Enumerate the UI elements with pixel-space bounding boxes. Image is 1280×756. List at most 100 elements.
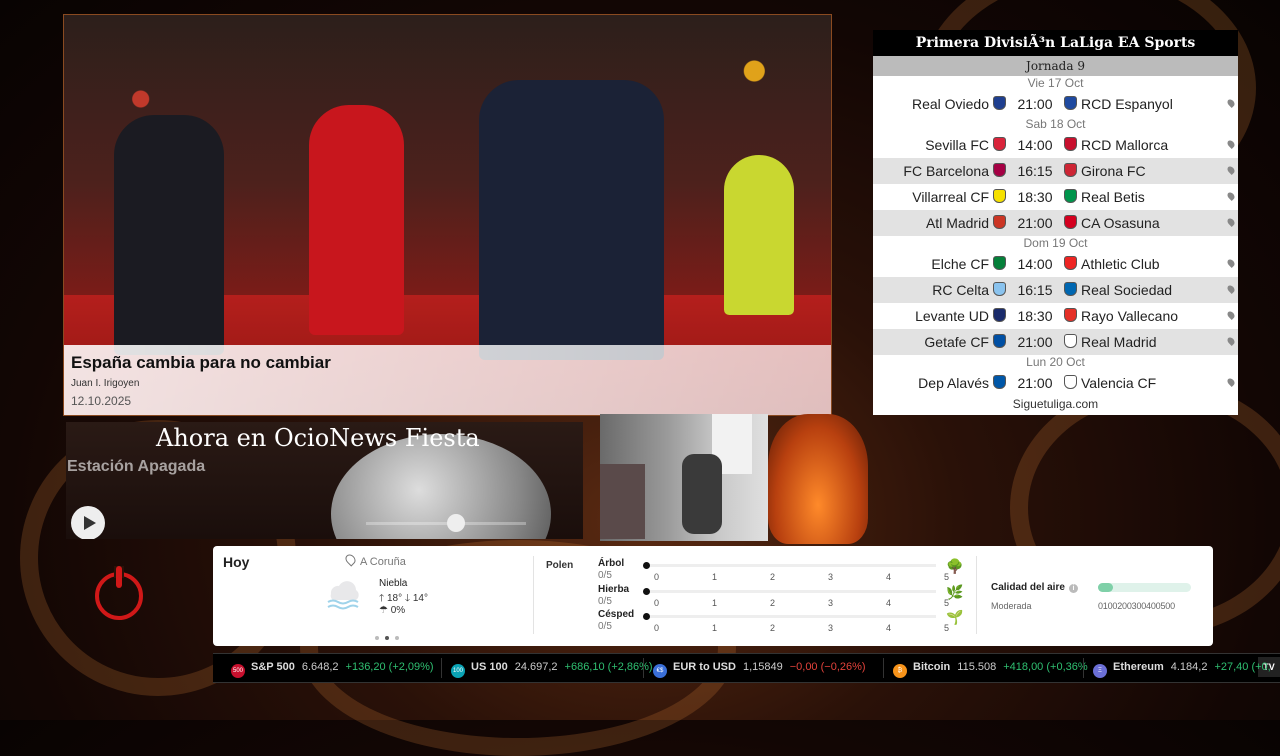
plant-icon: 🌱: [946, 609, 964, 625]
asset-icon: €$: [653, 664, 667, 678]
info-icon[interactable]: i: [1068, 584, 1078, 593]
market-ticker: TV 500 S&P 500 6.648,2 +136,20 (+2,09%) 100 U…: [213, 653, 1280, 683]
kickoff-time: 16:15: [1017, 282, 1053, 298]
ticker-item[interactable]: 500 S&P 500 6.648,2 +136,20 (+2,09%): [231, 661, 434, 678]
carousel-dot[interactable]: [395, 636, 399, 640]
polen-track: [646, 615, 936, 618]
fixtures-day-label: Sab 18 Oct: [1025, 117, 1086, 131]
polen-type: Árbol: [598, 558, 625, 569]
lava-lamp-decoration: [768, 414, 868, 544]
fixture-row[interactable]: Villarreal CF 18:30 Real Betis: [873, 184, 1238, 210]
divider: [533, 556, 534, 634]
map-pin-icon[interactable]: [1226, 139, 1236, 149]
asset-price: 115.508: [957, 661, 997, 673]
home-team: Dep Alavés: [873, 375, 1006, 391]
map-pin-icon[interactable]: [1226, 165, 1236, 175]
news-date: 12.10.2025: [71, 394, 132, 408]
home-team-name: Dep Alavés: [918, 375, 989, 391]
news-card[interactable]: España cambia para no cambiar Juan I. Ir…: [63, 14, 832, 416]
weather-location[interactable]: A Coruña: [343, 552, 406, 568]
away-team: Athletic Club: [1064, 256, 1214, 272]
home-crest-icon: [993, 282, 1006, 296]
divider: [976, 556, 977, 634]
ticker-item[interactable]: ₿ Bitcoin 115.508 +418,00 (+0,36%: [893, 661, 1088, 678]
polen-tick-label: 1: [712, 623, 718, 633]
power-button[interactable]: [95, 566, 143, 620]
polen-marker: [643, 613, 650, 620]
fixture-row[interactable]: Atl Madrid 21:00 CA Osasuna: [873, 210, 1238, 236]
home-crest-icon: [993, 308, 1006, 322]
fixture-row[interactable]: Dep Alavés 21:00 Valencia CF: [873, 370, 1238, 396]
carousel-dot-active[interactable]: [385, 636, 389, 640]
away-crest-icon: [1064, 163, 1077, 177]
polen-type: Césped: [598, 609, 635, 620]
fixtures-title: Primera DivisiÃ³n LaLiga EA Sports: [873, 30, 1238, 56]
home-team: Villarreal CF: [873, 189, 1006, 205]
fog-icon: [327, 581, 359, 610]
polen-tick-label: 4: [886, 572, 892, 582]
home-team: FC Barcelona: [873, 163, 1006, 179]
weather-widget: Hoy A Coruña Niebla 🡑 18° 🡓 14° ☂ 0% Pol…: [213, 546, 1213, 646]
fixture-row[interactable]: RC Celta 16:15 Real Sociedad: [873, 277, 1238, 303]
fixture-row[interactable]: FC Barcelona 16:15 Girona FC: [873, 158, 1238, 184]
away-team: Real Madrid: [1064, 334, 1214, 350]
home-team: Getafe CF: [873, 334, 1006, 350]
fixture-row[interactable]: Levante UD 18:30 Rayo Vallecano: [873, 303, 1238, 329]
weather-condition: Niebla: [379, 578, 408, 589]
carousel-dots[interactable]: [375, 632, 405, 643]
away-crest-icon: [1064, 375, 1077, 389]
fixtures-footer-link[interactable]: Siguetuliga.com: [873, 396, 1238, 414]
away-crest-icon: [1064, 308, 1077, 322]
weather-rain: ☂ 0%: [379, 605, 405, 616]
polen-tick-label: 3: [828, 598, 834, 608]
home-crest-icon: [993, 137, 1006, 151]
home-team-name: Atl Madrid: [925, 215, 989, 231]
home-crest-icon: [993, 215, 1006, 229]
home-team: Real Oviedo: [873, 96, 1006, 112]
home-team: Sevilla FC: [873, 137, 1006, 153]
home-team: Elche CF: [873, 256, 1006, 272]
asset-change: +136,20 (+2,09%): [345, 661, 434, 673]
fixture-row[interactable]: Real Oviedo 21:00 RCD Espanyol: [873, 91, 1238, 117]
polen-marker: [643, 562, 650, 569]
weather-location-label: A Coruña: [360, 556, 406, 568]
map-pin-icon[interactable]: [1226, 98, 1236, 108]
away-team: CA Osasuna: [1064, 215, 1214, 231]
fixtures-day-label: Lun 20 Oct: [1026, 355, 1085, 369]
polen-value: 0/5: [598, 570, 612, 581]
plant-icon: 🌳: [946, 558, 964, 574]
away-team-name: Real Sociedad: [1081, 282, 1173, 298]
map-pin-icon[interactable]: [1226, 284, 1236, 294]
home-crest-icon: [993, 163, 1006, 177]
map-pin-icon[interactable]: [1226, 217, 1236, 227]
ticker-item[interactable]: Ξ Ethereum 4.184,2 +27,40 (+0,: [1093, 661, 1271, 678]
away-crest-icon: [1064, 334, 1077, 348]
home-team: Levante UD: [873, 308, 1006, 324]
polen-value: 0/5: [598, 596, 612, 607]
asset-price: 6.648,2: [301, 661, 339, 673]
ticker-item[interactable]: 100 US 100 24.697,2 +686,10 (+2,86%): [451, 661, 653, 678]
map-pin-icon[interactable]: [1226, 191, 1236, 201]
fixture-row[interactable]: Getafe CF 21:00 Real Madrid: [873, 329, 1238, 355]
fixture-row[interactable]: Sevilla FC 14:00 RCD Mallorca: [873, 132, 1238, 158]
map-pin-icon[interactable]: [1226, 258, 1236, 268]
ticker-item[interactable]: €$ EUR to USD 1,15849 −0,00 (−0,26%): [653, 661, 866, 678]
home-team-name: Sevilla FC: [925, 137, 989, 153]
map-pin-icon[interactable]: [1226, 310, 1236, 320]
asset-icon: 500: [231, 664, 245, 678]
map-pin-icon[interactable]: [1226, 377, 1236, 387]
play-button[interactable]: [71, 506, 105, 539]
carousel-dot[interactable]: [375, 636, 379, 640]
fixture-row[interactable]: Elche CF 14:00 Athletic Club: [873, 251, 1238, 277]
map-pin-icon[interactable]: [1226, 336, 1236, 346]
fixtures-round: Jornada 9: [873, 56, 1238, 76]
seek-knob[interactable]: [446, 514, 465, 532]
home-team-name: FC Barcelona: [903, 163, 989, 179]
home-crest-icon: [993, 189, 1006, 203]
polen-type: Hierba: [598, 584, 630, 595]
kickoff-time: 21:00: [1017, 215, 1053, 231]
news-title[interactable]: España cambia para no cambiar: [71, 353, 331, 373]
away-team-name: CA Osasuna: [1081, 215, 1160, 231]
weather-day-label: Hoy: [223, 554, 250, 570]
fixtures-panel: Primera DivisiÃ³n LaLiga EA Sports Jorna…: [873, 30, 1238, 415]
